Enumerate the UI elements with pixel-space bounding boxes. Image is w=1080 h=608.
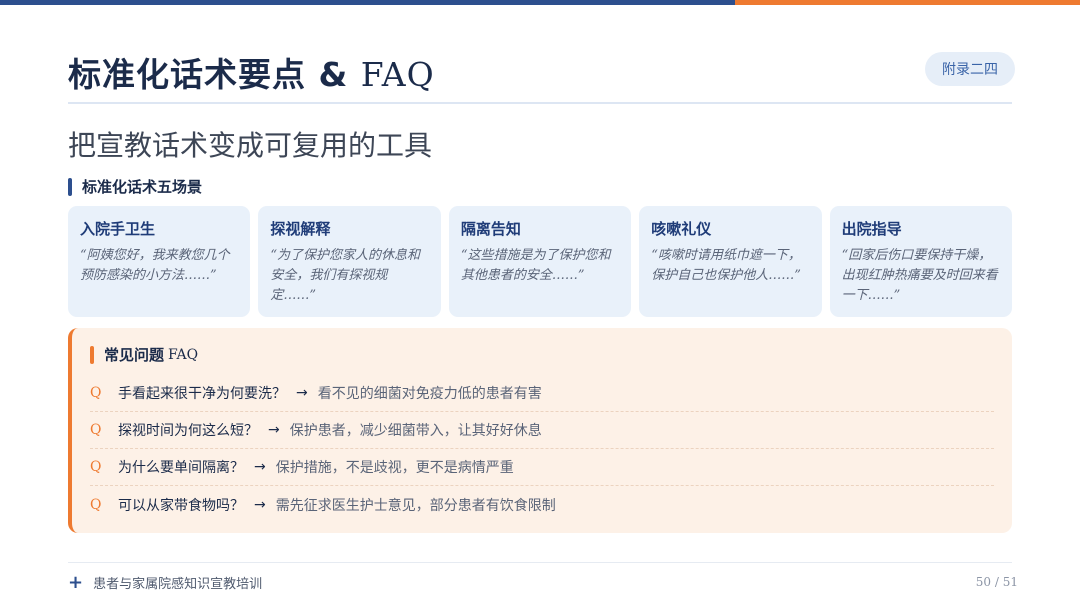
scene-card-title: 隔离告知 bbox=[460, 220, 521, 238]
page-number: 50 / 51 bbox=[975, 575, 1018, 589]
title-divider bbox=[68, 102, 1012, 104]
faq-heading-suffix: FAQ bbox=[168, 346, 199, 363]
top-bar-orange bbox=[735, 0, 1080, 5]
scene-card: 出院指导 “回家后伤口要保持干燥，出现红肿热痛要及时回来看一下……” bbox=[829, 206, 1013, 317]
scene-cards: 入院手卫生 “阿姨您好，我来教您几个预防感染的小方法……” 探视解释 “为了保护… bbox=[68, 206, 1013, 317]
scene-card-quote: “这些措施是为了保护您和其他患者的安全……” bbox=[460, 248, 611, 283]
scene-card-quote: “为了保护您家人的休息和安全，我们有探视规定……” bbox=[270, 248, 421, 303]
faq-question: 探视时间为何这么短？ bbox=[118, 423, 258, 439]
arrow-right-icon: → bbox=[254, 459, 266, 475]
title-main: 标准化话术要点 bbox=[68, 55, 319, 94]
scene-card-quote: “咳嗽时请用纸巾遮一下，保护自己也保护他人……” bbox=[651, 248, 801, 283]
scenes-heading-bar bbox=[68, 177, 72, 196]
scenes-heading-text: 标准化话术五场景 bbox=[82, 178, 203, 196]
scene-card-title: 咳嗽礼仪 bbox=[651, 220, 712, 238]
q-marker: Q bbox=[90, 459, 102, 475]
arrow-right-icon: → bbox=[296, 385, 308, 401]
faq-question: 可以从家带食物吗？ bbox=[118, 497, 244, 514]
faq-panel: 常见问题 FAQ Q 手看起来很干净为何要洗？ → 看不见的细菌对免疫力低的患者… bbox=[68, 328, 1012, 533]
page-title: 标准化话术要点 & FAQ bbox=[68, 48, 435, 96]
footer-label: + 患者与家属院感知识宣教培训 bbox=[68, 573, 262, 592]
q-marker: Q bbox=[90, 422, 102, 438]
q-marker: Q bbox=[90, 496, 102, 513]
scene-card: 入院手卫生 “阿姨您好，我来教您几个预防感染的小方法……” bbox=[68, 206, 251, 317]
scene-card-title: 探视解释 bbox=[270, 220, 331, 238]
faq-item: Q 探视时间为何这么短？ → 保护患者，减少细菌带入，让其好好休息 bbox=[90, 412, 994, 449]
faq-heading-bar bbox=[90, 345, 94, 364]
arrow-right-icon: → bbox=[254, 496, 266, 513]
page-subtitle: 把宣教话术变成可复用的工具 bbox=[68, 129, 433, 162]
top-accent-bar bbox=[0, 0, 1080, 5]
appendix-badge: 附录二四 bbox=[925, 52, 1015, 86]
scene-card-quote: “阿姨您好，我来教您几个预防感染的小方法……” bbox=[80, 248, 230, 283]
faq-answer: 需先征求医生护士意见，部分患者有饮食限制 bbox=[275, 497, 556, 514]
footer-text: 患者与家属院感知识宣教培训 bbox=[93, 577, 263, 592]
scene-card-quote: “回家后伤口要保持干燥，出现红肿热痛要及时回来看一下……” bbox=[841, 248, 998, 303]
faq-answer: 看不见的细菌对免疫力低的患者有害 bbox=[317, 386, 542, 402]
q-marker: Q bbox=[90, 385, 102, 401]
title-faq: FAQ bbox=[360, 55, 435, 94]
faq-item: Q 手看起来很干净为何要洗？ → 看不见的细菌对免疫力低的患者有害 bbox=[90, 375, 994, 412]
faq-item: Q 为什么要单间隔离？ → 保护措施，不是歧视，更不是病情严重 bbox=[90, 449, 994, 486]
scene-card: 咳嗽礼仪 “咳嗽时请用纸巾遮一下，保护自己也保护他人……” bbox=[639, 206, 822, 317]
title-amp: & bbox=[318, 55, 361, 94]
footer-divider bbox=[68, 562, 1012, 563]
faq-question: 为什么要单间隔离？ bbox=[118, 460, 244, 476]
top-bar-blue bbox=[0, 0, 735, 5]
plus-icon: + bbox=[68, 571, 84, 593]
scenes-heading: 标准化话术五场景 bbox=[68, 176, 202, 197]
arrow-right-icon: → bbox=[268, 422, 280, 438]
faq-item: Q 可以从家带食物吗？ → 需先征求医生护士意见，部分患者有饮食限制 bbox=[90, 486, 994, 523]
faq-question: 手看起来很干净为何要洗？ bbox=[118, 386, 286, 402]
scene-card: 隔离告知 “这些措施是为了保护您和其他患者的安全……” bbox=[448, 206, 632, 317]
scene-card-title: 入院手卫生 bbox=[80, 220, 156, 238]
faq-answer: 保护措施，不是歧视，更不是病情严重 bbox=[275, 460, 514, 476]
faq-answer: 保护患者，减少细菌带入，让其好好休息 bbox=[289, 423, 542, 439]
faq-heading: 常见问题 FAQ bbox=[90, 344, 198, 365]
scene-card-title: 出院指导 bbox=[841, 220, 902, 238]
scene-card: 探视解释 “为了保护您家人的休息和安全，我们有探视规定……” bbox=[258, 206, 441, 317]
faq-heading-text: 常见问题 bbox=[104, 346, 165, 364]
